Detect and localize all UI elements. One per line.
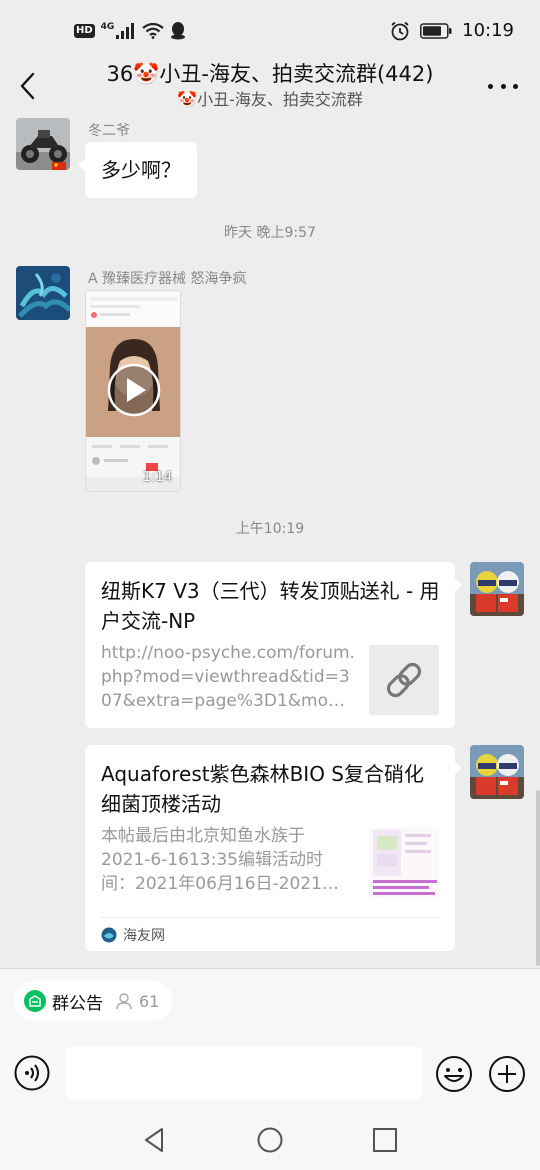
more-dot-icon	[513, 83, 518, 89]
avatar-self[interactable]	[470, 745, 524, 799]
video-message[interactable]: 1:14	[85, 290, 181, 492]
video-duration: 1:14	[142, 470, 172, 485]
more-dot-icon	[488, 83, 493, 89]
card-title: 纽斯K7 V3（三代）转发顶贴送礼 - 用户交流-NP	[101, 579, 440, 633]
more-actions-button[interactable]	[488, 1055, 526, 1093]
article-card-bubble[interactable]: Aquaforest紫色森林BIO S复合硝化细菌顶楼活动 本帖最后由北京知鱼水…	[85, 745, 462, 951]
voice-icon	[14, 1055, 50, 1091]
nav-recents-button[interactable]	[370, 1125, 400, 1155]
hd-badge: HD	[74, 24, 95, 38]
back-button[interactable]	[10, 68, 44, 104]
more-options-button[interactable]	[488, 76, 518, 96]
chat-header: 36🤡小丑-海友、拍卖交流群(442) 🤡小丑-海友、拍卖交流群	[0, 54, 540, 120]
card-thumbnail	[369, 828, 439, 898]
group-notice-button[interactable]: 群公告 61	[14, 981, 174, 1021]
alarm-icon	[391, 21, 409, 40]
emoji-button[interactable]	[435, 1055, 473, 1093]
more-dot-icon	[500, 83, 506, 89]
message-input[interactable]	[66, 1046, 422, 1100]
helmet-avatar-image	[470, 562, 524, 616]
signal-icon	[116, 23, 135, 39]
square-recents-icon	[373, 1128, 397, 1152]
link-card-bubble[interactable]: 纽斯K7 V3（三代）转发顶贴送礼 - 用户交流-NP http://noo-p…	[85, 562, 462, 728]
notice-label: 群公告	[52, 993, 103, 1014]
time-separator: 昨天 晚上9:57	[224, 225, 316, 241]
sender-name: 冬二爷	[88, 123, 130, 139]
scrollbar[interactable]	[536, 790, 540, 966]
card-description: 本帖最后由北京知鱼水族于 2021-6-1613:35编辑活动时间：2021年0…	[101, 826, 339, 894]
voice-input-button[interactable]	[14, 1055, 50, 1091]
status-time: 10:19	[462, 20, 514, 41]
circle-home-icon	[257, 1127, 283, 1153]
chat-title: 36🤡小丑-海友、拍卖交流群(442)	[106, 62, 434, 86]
avatar-self[interactable]	[470, 562, 524, 616]
article-thumbnail-image	[369, 828, 439, 898]
avatar-dong-er-ye[interactable]	[16, 118, 70, 170]
nav-home-button[interactable]	[255, 1125, 285, 1155]
wifi-icon	[142, 23, 165, 39]
bottom-input-area: 群公告 61	[0, 968, 540, 1170]
system-nav-bar	[0, 1103, 540, 1170]
helmet-avatar-image	[470, 745, 524, 799]
triangle-back-icon	[145, 1128, 163, 1152]
message-list[interactable]: 冬二爷 多少啊？ 昨天 晚上9:57 A 豫臻医疗器械 怒海争疯 1:14 上午…	[0, 118, 540, 968]
smiley-icon	[436, 1056, 472, 1092]
notice-icon	[24, 990, 46, 1012]
time-separator: 上午10:19	[235, 521, 305, 537]
chat-screen: HD 4G 10:19 36🤡小丑-海友、拍卖交流群(442) 🤡小丑-海友、拍…	[0, 0, 540, 1170]
card-source: 海友网	[123, 927, 165, 944]
video-thumbnail-image	[86, 291, 180, 491]
link-icon	[386, 662, 422, 698]
person-icon	[116, 993, 132, 1010]
member-count: 61	[139, 991, 160, 1011]
sender-name: A 豫臻医疗器械 怒海争疯	[88, 271, 247, 287]
source-logo-icon	[101, 927, 117, 942]
envelope-icon	[29, 995, 41, 1007]
card-footer: 海友网	[101, 917, 439, 951]
card-description: http://noo-psyche.com/forum.php?mod=view…	[101, 643, 355, 711]
input-row	[0, 1043, 540, 1103]
motorcycle-avatar-image	[16, 118, 70, 170]
card-thumbnail	[369, 645, 439, 715]
card-title: Aquaforest紫色森林BIO S复合硝化细菌顶楼活动	[101, 762, 424, 816]
qq-icon	[171, 22, 186, 40]
network-type-label: 4G	[100, 22, 115, 32]
chat-subtitle: 🤡小丑-海友、拍卖交流群	[177, 90, 363, 109]
battery-icon	[420, 22, 452, 39]
text-message-bubble[interactable]: 多少啊？	[78, 142, 197, 198]
nav-back-button[interactable]	[140, 1125, 170, 1155]
title-wrap: 36🤡小丑-海友、拍卖交流群(442) 🤡小丑-海友、拍卖交流群	[70, 60, 470, 111]
status-left: HD 4G	[74, 22, 186, 40]
chevron-left-icon	[20, 72, 35, 100]
coral-avatar-image	[16, 266, 70, 320]
avatar-sender-2[interactable]	[16, 266, 70, 320]
status-right: 10:19	[390, 20, 514, 41]
plus-circle-icon	[489, 1056, 525, 1092]
